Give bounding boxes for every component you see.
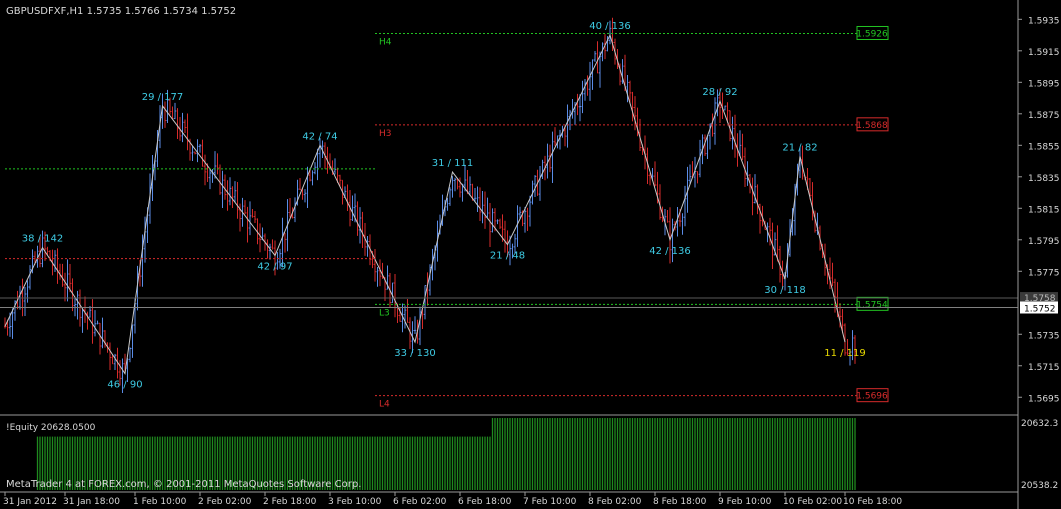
- level-price-label: 1.5926: [856, 29, 888, 39]
- equity-tick-label: 20538.2: [1021, 481, 1058, 491]
- price-chart[interactable]: 38 / 142 46 / 90 29 / 177 42 / 97 42 / 74 33 …: [0, 0, 1061, 509]
- time-tick-label: 1 Feb 10:00: [133, 497, 187, 507]
- zigzag-swing-label: 11 / 119: [824, 348, 866, 359]
- level-price-label: 1.5696: [856, 392, 888, 402]
- zigzag-swing-label: 21 / 48: [490, 251, 525, 262]
- time-tick-label: 2 Feb 02:00: [198, 497, 252, 507]
- level-price-label: 1.5754: [856, 300, 888, 310]
- price-tick-label: 1.5855: [1028, 142, 1060, 152]
- time-tick-label: 6 Feb 02:00: [393, 497, 447, 507]
- zigzag-swing-label: 33 / 130: [394, 348, 436, 359]
- level-price-label: 1.5868: [856, 121, 888, 131]
- zigzag-swing-label: 38 / 142: [22, 234, 64, 245]
- zigzag-swing-label: 31 / 111: [432, 158, 474, 169]
- equity-indicator-title: !Equity 20628.0500: [6, 423, 96, 433]
- time-tick-label: 2 Feb 18:00: [263, 497, 317, 507]
- zigzag-swing-label: 28 / 92: [702, 87, 737, 98]
- time-tick-label: 10 Feb 18:00: [843, 497, 902, 507]
- equity-tick-label: 20632.3: [1021, 419, 1058, 429]
- current-price-label: 1.5752: [1024, 304, 1056, 314]
- zigzag-swing-label: 42 / 97: [257, 262, 292, 273]
- copyright-label: MetaTrader 4 at FOREX.com, © 2001-2011 M…: [6, 479, 361, 490]
- time-tick-label: 8 Feb 02:00: [588, 497, 642, 507]
- price-tick-label: 1.5775: [1028, 268, 1060, 278]
- price-tick-label: 1.5895: [1028, 79, 1060, 89]
- price-tick-label: 1.5695: [1028, 394, 1060, 404]
- price-tick-label: 1.5735: [1028, 331, 1060, 341]
- symbol-info-label: GBPUSDFXF,H1 1.5735 1.5766 1.5734 1.5752: [6, 6, 236, 17]
- price-tick-label: 1.5835: [1028, 174, 1060, 184]
- time-tick-label: 8 Feb 18:00: [653, 497, 707, 507]
- zigzag-swing-label: 30 / 118: [764, 285, 806, 296]
- zigzag-swing-label: 40 / 136: [589, 21, 631, 32]
- zigzag-swing-label: 46 / 90: [107, 380, 142, 391]
- zigzag-swing-label: 21 / 82: [782, 142, 817, 153]
- price-tick-label: 1.5915: [1028, 48, 1060, 58]
- price-tick-label: 1.5875: [1028, 111, 1060, 121]
- price-tick-label: 1.5795: [1028, 237, 1060, 247]
- level-name-label: H3: [379, 129, 392, 139]
- time-tick-label: 31 Jan 2012: [3, 497, 57, 507]
- time-tick-label: 3 Feb 10:00: [328, 497, 382, 507]
- zigzag-swing-label: 29 / 177: [142, 92, 184, 103]
- level-name-label: H4: [379, 37, 392, 47]
- time-tick-label: 7 Feb 10:00: [523, 497, 577, 507]
- level-name-label: L4: [379, 400, 390, 410]
- price-tick-label: 1.5715: [1028, 363, 1060, 373]
- price-tick-label: 1.5815: [1028, 205, 1060, 215]
- zigzag-swing-label: 42 / 136: [649, 246, 691, 257]
- time-tick-label: 9 Feb 10:00: [718, 497, 772, 507]
- level-name-label: L3: [379, 308, 390, 318]
- time-tick-label: 31 Jan 18:00: [63, 497, 120, 507]
- time-tick-label: 6 Feb 18:00: [458, 497, 512, 507]
- price-tick-label: 1.5935: [1028, 16, 1060, 26]
- time-tick-label: 10 Feb 02:00: [783, 497, 842, 507]
- zigzag-swing-label: 42 / 74: [302, 131, 337, 142]
